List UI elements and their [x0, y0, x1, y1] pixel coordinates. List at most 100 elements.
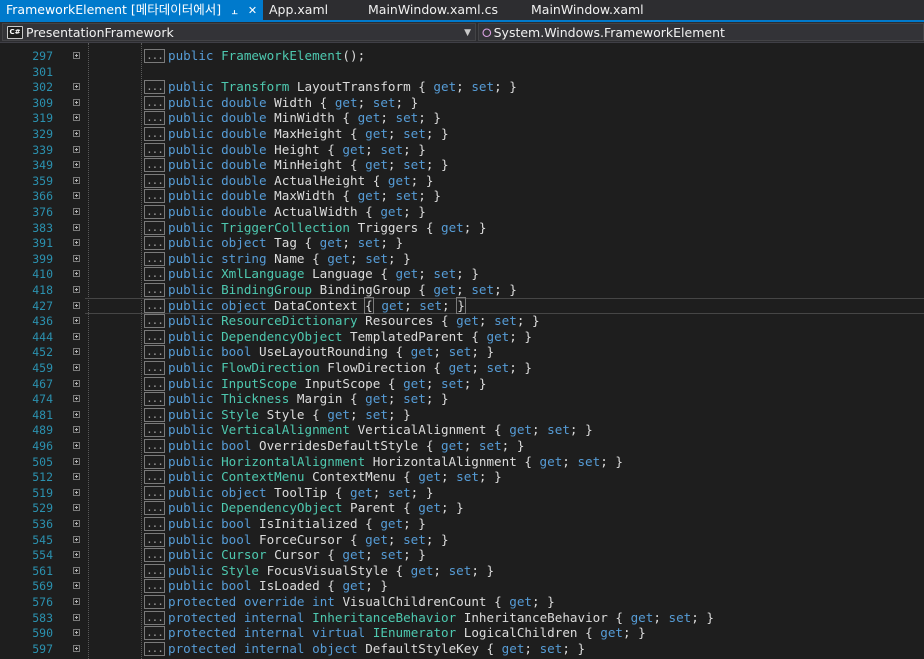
project-dropdown[interactable]: C# PresentationFramework ▼ — [2, 23, 476, 41]
code-line[interactable]: 349... public double MinHeight { get; set… — [0, 157, 924, 173]
code-text[interactable]: public double MinWidth { get; set; } — [168, 110, 441, 126]
expand-outline-icon[interactable] — [73, 270, 80, 277]
code-text[interactable]: public string Name { get; set; } — [168, 251, 411, 267]
expand-outline-icon[interactable] — [73, 395, 80, 402]
code-text[interactable]: public ContextMenu ContextMenu { get; se… — [168, 469, 502, 485]
code-text[interactable]: public double Width { get; set; } — [168, 95, 418, 111]
code-text[interactable]: public Style Style { get; set; } — [168, 407, 411, 423]
code-text[interactable]: public double Height { get; set; } — [168, 142, 426, 158]
code-line[interactable]: 505... public HorizontalAlignment Horizon… — [0, 454, 924, 470]
collapsed-region-marker[interactable]: ... — [144, 626, 165, 640]
expand-outline-icon[interactable] — [73, 255, 80, 262]
collapsed-region-marker[interactable]: ... — [144, 548, 165, 562]
code-line[interactable]: 545... public bool ForceCursor { get; set… — [0, 532, 924, 548]
code-line[interactable]: 489... public VerticalAlignment VerticalA… — [0, 422, 924, 438]
code-line[interactable]: 536... public bool IsInitialized { get; } — [0, 516, 924, 532]
code-text[interactable]: public DependencyObject TemplatedParent … — [168, 329, 532, 345]
code-line[interactable]: 474... public Thickness Margin { get; set… — [0, 391, 924, 407]
code-editor[interactable]: 297... public FrameworkElement(); 301 302..… — [0, 43, 924, 659]
code-line[interactable]: 302... public Transform LayoutTransform {… — [0, 79, 924, 95]
code-text[interactable]: public bool IsLoaded { get; } — [168, 578, 388, 594]
collapsed-region-marker[interactable]: ... — [144, 517, 165, 531]
code-line[interactable]: 418... public BindingGroup BindingGroup {… — [0, 282, 924, 298]
code-text[interactable]: public ResourceDictionary Resources { ge… — [168, 313, 540, 329]
collapsed-region-marker[interactable]: ... — [144, 470, 165, 484]
collapsed-region-marker[interactable]: ... — [144, 236, 165, 250]
expand-outline-icon[interactable] — [73, 317, 80, 324]
expand-outline-icon[interactable] — [73, 536, 80, 543]
expand-outline-icon[interactable] — [73, 504, 80, 511]
expand-outline-icon[interactable] — [73, 333, 80, 340]
code-text[interactable]: protected override int VisualChildrenCou… — [168, 594, 555, 610]
code-line[interactable]: 297... public FrameworkElement(); — [0, 48, 924, 64]
expand-outline-icon[interactable] — [73, 208, 80, 215]
expand-outline-icon[interactable] — [73, 364, 80, 371]
code-line[interactable]: 319... public double MinWidth { get; set;… — [0, 110, 924, 126]
code-text[interactable]: protected internal object DefaultStyleKe… — [168, 641, 585, 657]
expand-outline-icon[interactable] — [73, 302, 80, 309]
tab-app-xaml[interactable]: App.xaml — [269, 0, 328, 20]
code-text[interactable]: public HorizontalAlignment HorizontalAli… — [168, 454, 623, 470]
expand-outline-icon[interactable] — [73, 146, 80, 153]
collapsed-region-marker[interactable]: ... — [144, 501, 165, 515]
code-line[interactable]: 391... public object Tag { get; set; } — [0, 235, 924, 251]
expand-outline-icon[interactable] — [73, 239, 80, 246]
collapsed-region-marker[interactable]: ... — [144, 283, 165, 297]
code-line[interactable]: 590... protected internal virtual IEnumer… — [0, 625, 924, 641]
code-text[interactable]: public Transform LayoutTransform { get ; … — [168, 79, 517, 95]
code-line[interactable]: 554... public Cursor Cursor { get; set; } — [0, 547, 924, 563]
code-text[interactable]: public object ToolTip { get; set; } — [168, 485, 433, 501]
collapsed-region-marker[interactable]: ... — [144, 143, 165, 157]
expand-outline-icon[interactable] — [73, 130, 80, 137]
code-text[interactable]: public bool UseLayoutRounding { get; set… — [168, 344, 494, 360]
expand-outline-icon[interactable] — [73, 52, 80, 59]
collapsed-region-marker[interactable]: ... — [144, 252, 165, 266]
code-line[interactable]: 576... protected override int VisualChild… — [0, 594, 924, 610]
expand-outline-icon[interactable] — [73, 161, 80, 168]
expand-outline-icon[interactable] — [73, 286, 80, 293]
code-line[interactable]: 519... public object ToolTip { get; set; … — [0, 485, 924, 501]
collapsed-region-marker[interactable]: ... — [144, 314, 165, 328]
collapsed-region-marker[interactable]: ... — [144, 455, 165, 469]
code-text[interactable]: public bool ForceCursor { get; set; } — [168, 532, 449, 548]
collapsed-region-marker[interactable]: ... — [144, 205, 165, 219]
collapsed-region-marker[interactable]: ... — [144, 486, 165, 500]
expand-outline-icon[interactable] — [73, 426, 80, 433]
collapsed-region-marker[interactable]: ... — [144, 595, 165, 609]
code-text[interactable]: public DependencyObject Parent { get; } — [168, 500, 464, 516]
code-text[interactable]: public double MinHeight { get; set; } — [168, 157, 449, 173]
collapsed-region-marker[interactable]: ... — [144, 377, 165, 391]
collapsed-region-marker[interactable]: ... — [144, 221, 165, 235]
code-line[interactable]: 583... protected internal InheritanceBeha… — [0, 610, 924, 626]
tab-mainwindow-xaml-cs[interactable]: MainWindow.xaml.cs — [368, 0, 498, 20]
expand-outline-icon[interactable] — [73, 114, 80, 121]
code-line[interactable]: 467... public InputScope InputScope { get… — [0, 376, 924, 392]
expand-outline-icon[interactable] — [73, 473, 80, 480]
expand-outline-icon[interactable] — [73, 442, 80, 449]
code-line[interactable]: 436... public ResourceDictionary Resource… — [0, 313, 924, 329]
collapsed-region-marker[interactable]: ... — [144, 392, 165, 406]
close-icon[interactable]: ✕ — [248, 1, 257, 21]
collapsed-region-marker[interactable]: ... — [144, 49, 165, 63]
tab-mainwindow-xaml[interactable]: MainWindow.xaml — [531, 0, 644, 20]
collapsed-region-marker[interactable]: ... — [144, 127, 165, 141]
expand-outline-icon[interactable] — [73, 489, 80, 496]
collapsed-region-marker[interactable]: ... — [144, 579, 165, 593]
expand-outline-icon[interactable] — [73, 348, 80, 355]
code-text[interactable]: public XmlLanguage Language { get; set; … — [168, 266, 479, 282]
code-line[interactable]: 597... protected internal object DefaultS… — [0, 641, 924, 657]
collapsed-region-marker[interactable]: ... — [144, 299, 165, 313]
collapsed-region-marker[interactable]: ... — [144, 408, 165, 422]
collapsed-region-marker[interactable]: ... — [144, 423, 165, 437]
collapsed-region-marker[interactable]: ... — [144, 174, 165, 188]
code-line[interactable]: 329... public double MaxHeight { get; set… — [0, 126, 924, 142]
collapsed-region-marker[interactable]: ... — [144, 611, 165, 625]
collapsed-region-marker[interactable]: ... — [144, 96, 165, 110]
code-text[interactable]: public Cursor Cursor { get; set; } — [168, 547, 426, 563]
code-text[interactable]: public Thickness Margin { get; set; } — [168, 391, 449, 407]
code-line[interactable]: 376... public double ActualWidth { get; } — [0, 204, 924, 220]
code-text[interactable]: protected internal InheritanceBehavior I… — [168, 610, 714, 626]
code-line[interactable]: 512... public ContextMenu ContextMenu { g… — [0, 469, 924, 485]
code-text[interactable]: protected internal virtual IEnumerator L… — [168, 625, 646, 641]
collapsed-region-marker[interactable]: ... — [144, 80, 165, 94]
